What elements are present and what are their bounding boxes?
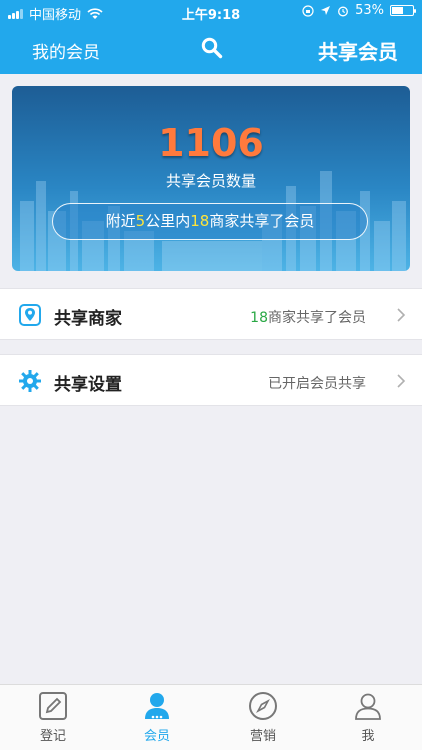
tab-marketing-label: 营销 bbox=[249, 729, 276, 744]
tab-register[interactable]: 登记 bbox=[23, 691, 83, 744]
nearby-merchants-button[interactable]: 附近5公里内18商家共享了会员 bbox=[52, 203, 368, 240]
gear-icon bbox=[19, 370, 41, 392]
shared-settings-row[interactable]: 共享设置 已开启会员共享 bbox=[0, 354, 422, 406]
member-count: 1106 bbox=[158, 121, 264, 165]
shared-merchants-count: 18 bbox=[250, 310, 268, 326]
shared-merchants-value: 18商家共享了会员 bbox=[250, 307, 366, 327]
status-bar: 中国移动 上午9:18 53% bbox=[0, 0, 422, 24]
pill-km: 5 bbox=[135, 212, 146, 230]
shared-merchants-title: 共享商家 bbox=[54, 309, 122, 329]
alarm-icon bbox=[338, 6, 349, 16]
battery-icon bbox=[390, 5, 416, 16]
rotation-lock-icon bbox=[302, 4, 314, 17]
members-banner: 1106 共享会员数量 附近5公里内18商家共享了会员 bbox=[12, 86, 410, 271]
member-icon bbox=[145, 693, 169, 719]
tab-me-label: 我 bbox=[361, 729, 375, 744]
profile-icon bbox=[355, 693, 381, 720]
shared-settings-value: 已开启会员共享 bbox=[268, 376, 366, 392]
tab-members[interactable]: 会员 bbox=[127, 691, 187, 744]
pill-mid: 公里内 bbox=[145, 212, 191, 230]
my-members-link[interactable]: 我的会员 bbox=[32, 38, 100, 63]
chevron-right-icon bbox=[397, 308, 406, 322]
tab-bar: 登记 会员 营销 我 bbox=[0, 684, 422, 750]
member-count-label: 共享会员数量 bbox=[165, 172, 256, 190]
tab-me[interactable]: 我 bbox=[338, 691, 398, 744]
status-right: 53% bbox=[302, 3, 416, 18]
pill-merchant-count: 18 bbox=[190, 212, 210, 230]
tab-members-label: 会员 bbox=[143, 729, 170, 744]
search-icon[interactable] bbox=[200, 36, 224, 60]
top-bar: 中国移动 上午9:18 53% 我的会员 共享会员 bbox=[0, 0, 422, 74]
pill-suffix: 商家共享了会员 bbox=[209, 212, 315, 230]
shared-settings-title: 共享设置 bbox=[54, 375, 122, 395]
location-arrow-icon bbox=[321, 6, 331, 15]
compass-icon bbox=[249, 692, 277, 720]
shared-merchants-suffix: 商家共享了会员 bbox=[268, 310, 366, 326]
pill-prefix: 附近 bbox=[105, 212, 136, 230]
pencil-icon bbox=[39, 692, 67, 720]
tab-marketing[interactable]: 营销 bbox=[233, 691, 293, 744]
chevron-right-icon bbox=[397, 374, 406, 388]
battery-percent: 53% bbox=[355, 3, 384, 18]
shared-merchants-row[interactable]: 共享商家 18商家共享了会员 bbox=[0, 288, 422, 340]
tab-register-label: 登记 bbox=[39, 729, 66, 744]
page-title: 共享会员 bbox=[318, 40, 398, 64]
location-pin-icon bbox=[19, 304, 41, 326]
